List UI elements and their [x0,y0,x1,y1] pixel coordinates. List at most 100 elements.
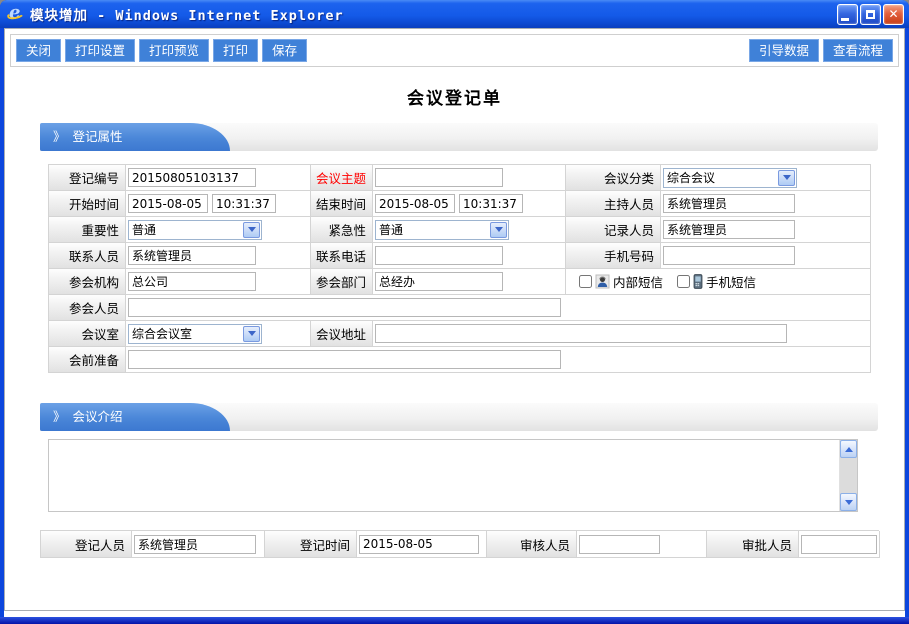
arrow-up-icon [845,447,853,452]
recorder-input[interactable] [663,220,795,239]
label-subject: 会议主题 [311,165,373,191]
minimize-icon [841,18,849,21]
field-urgency: 普通 [373,217,566,243]
field-host [661,191,871,217]
label-prep: 会前准备 [49,347,126,373]
importance-select[interactable]: 普通 [128,220,262,240]
field-room: 综合会议室 [126,321,311,347]
dept-input[interactable] [375,272,503,291]
field-reg-no [126,165,311,191]
person-icon [595,274,610,289]
internal-sms-option[interactable]: 内部短信 [579,272,663,291]
field-prep [126,347,871,373]
subject-input[interactable] [375,168,503,187]
field-subject [373,165,566,191]
maximize-button[interactable] [860,4,881,25]
label-urgency: 紧急性 [311,217,373,243]
sms-options: 内部短信 手机短信 [566,269,871,295]
close-button[interactable]: ✕ [883,4,904,25]
field-approver [799,531,880,558]
page-title: 会议登记单 [5,84,904,109]
meeting-intro-box [48,439,858,512]
phone-icon [693,274,703,289]
window-frame: 关闭 打印设置 打印预览 打印 保存 引导数据 查看流程 会议登记单 》登记属性 [4,28,905,617]
address-input[interactable] [375,324,787,343]
label-registrant: 登记人员 [41,531,132,558]
field-dept [373,269,566,295]
print-button[interactable]: 打印 [213,39,258,62]
section-tab: 》登记属性 [40,123,190,151]
page: 会议登记单 》登记属性 登记编号 会议主题 会议分类 [5,84,904,558]
mobile-input[interactable] [663,246,795,265]
field-contact [126,243,311,269]
window-controls: ✕ [837,4,904,25]
org-input[interactable] [128,272,256,291]
label-room: 会议室 [49,321,126,347]
label-contact: 联系人员 [49,243,126,269]
field-recorder [661,217,871,243]
view-workflow-button[interactable]: 查看流程 [823,39,893,62]
label-reg-no: 登记编号 [49,165,126,191]
minimize-button[interactable] [837,4,858,25]
field-end-time [373,191,566,217]
label-category: 会议分类 [566,165,661,191]
label-phone: 联系电话 [311,243,373,269]
intro-scrollbar[interactable] [839,440,857,511]
close-page-button[interactable]: 关闭 [16,39,61,62]
end-clock-input[interactable] [459,194,523,213]
field-phone [373,243,566,269]
print-preview-button[interactable]: 打印预览 [139,39,209,62]
chevron-down-icon [243,326,260,342]
close-icon: ✕ [888,8,898,20]
titlebar[interactable]: e 模块增加 - Windows Internet Explorer ✕ [0,0,909,28]
field-reg-time [357,531,487,558]
prep-input[interactable] [128,350,561,369]
start-clock-input[interactable] [212,194,276,213]
section-title: 登记属性 [73,129,123,144]
meeting-intro-textarea[interactable] [49,440,839,511]
label-mobile: 手机号码 [566,243,661,269]
field-attendees [126,295,871,321]
attendees-input[interactable] [128,298,561,317]
reg-no-input[interactable] [128,168,256,187]
internal-sms-checkbox[interactable] [579,275,592,288]
label-end-time: 结束时间 [311,191,373,217]
field-start-time [126,191,311,217]
label-start-time: 开始时间 [49,191,126,217]
save-button[interactable]: 保存 [262,39,307,62]
scrollbar-track[interactable] [840,458,857,493]
urgency-select[interactable]: 普通 [375,220,509,240]
mobile-sms-option[interactable]: 手机短信 [677,272,756,291]
approver-input[interactable] [801,535,877,554]
reviewer-input[interactable] [579,535,660,554]
phone-input[interactable] [375,246,503,265]
browser-window: e 模块增加 - Windows Internet Explorer ✕ 关闭 … [0,0,909,624]
label-address: 会议地址 [311,321,373,347]
contact-input[interactable] [128,246,256,265]
label-recorder: 记录人员 [566,217,661,243]
content-area: 关闭 打印设置 打印预览 打印 保存 引导数据 查看流程 会议登记单 》登记属性 [4,28,905,611]
room-select[interactable]: 综合会议室 [128,324,262,344]
section-meeting-intro: 》会议介绍 [40,403,878,431]
label-reviewer: 审核人员 [487,531,577,558]
print-setup-button[interactable]: 打印设置 [65,39,135,62]
chevron-down-icon [243,222,260,238]
guide-data-button[interactable]: 引导数据 [749,39,819,62]
scroll-down-button[interactable] [840,493,857,511]
window-title: 模块增加 - Windows Internet Explorer [30,4,344,24]
label-attendees: 参会人员 [49,295,126,321]
end-date-input[interactable] [375,194,455,213]
registrant-input[interactable] [134,535,256,554]
start-date-input[interactable] [128,194,208,213]
field-importance: 普通 [126,217,311,243]
reg-time-input[interactable] [359,535,479,554]
field-org [126,269,311,295]
label-reg-time: 登记时间 [265,531,357,558]
category-select[interactable]: 综合会议 [663,168,797,188]
internet-explorer-icon: e [7,5,25,23]
mobile-sms-checkbox[interactable] [677,275,690,288]
section-title: 会议介绍 [73,409,123,424]
field-address [373,321,871,347]
scroll-up-button[interactable] [840,440,857,458]
host-input[interactable] [663,194,795,213]
